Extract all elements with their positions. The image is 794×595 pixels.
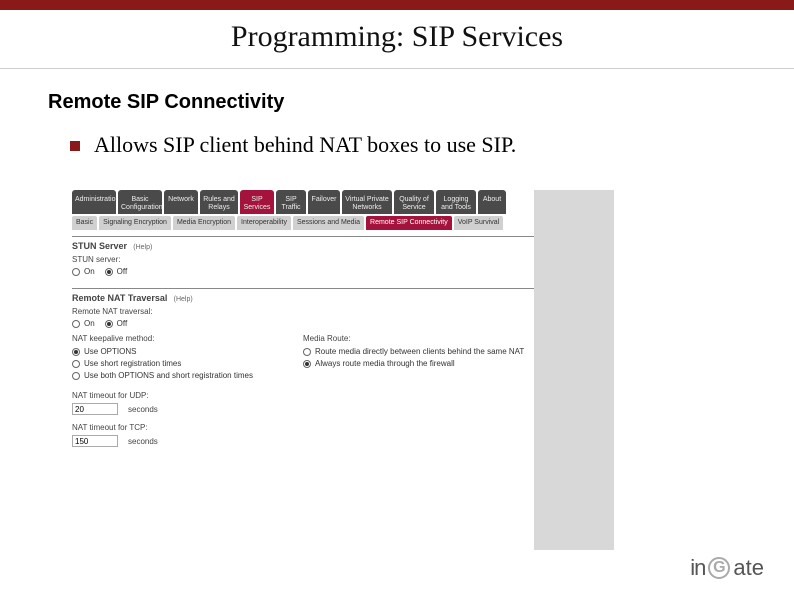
slide-subtitle: Remote SIP Connectivity xyxy=(48,91,794,114)
keepalive-col: NAT keepalive method: Use OPTIONS Use sh… xyxy=(72,334,303,383)
tab-administration[interactable]: Administration xyxy=(72,190,116,214)
bullet-row: Allows SIP client behind NAT boxes to us… xyxy=(70,132,794,158)
logo-g-icon: G xyxy=(708,557,730,579)
stun-off-label: Off xyxy=(117,267,128,276)
logo-right: ate xyxy=(733,555,764,581)
tcp-input[interactable] xyxy=(72,435,118,447)
tab-basic-config[interactable]: Basic Configuration xyxy=(118,190,162,214)
config-panel: Administration Basic Configuration Netwo… xyxy=(72,190,534,453)
tcp-label: NAT timeout for TCP: xyxy=(72,423,534,432)
ka-opt3-radio[interactable] xyxy=(72,372,80,380)
stun-help-link[interactable]: (Help) xyxy=(133,244,152,251)
stun-on-radio[interactable] xyxy=(72,268,80,276)
ka-opt1-radio[interactable] xyxy=(72,348,80,356)
rnt-header: Remote NAT Traversal xyxy=(72,293,167,303)
slide-title: Programming: SIP Services xyxy=(0,10,794,69)
logo-left: in xyxy=(690,555,705,581)
mr-opt2-label: Always route media through the firewall xyxy=(315,359,455,368)
main-tab-row: Administration Basic Configuration Netwo… xyxy=(72,190,534,214)
tab-rules-relays[interactable]: Rules and Relays xyxy=(200,190,238,214)
subtab-remote-sip[interactable]: Remote SIP Connectivity xyxy=(366,216,452,230)
ingate-logo: inGate xyxy=(690,555,764,581)
tcp-unit: seconds xyxy=(128,437,158,446)
ka-opt1-label: Use OPTIONS xyxy=(84,347,136,356)
subtab-signaling-enc[interactable]: Signaling Encryption xyxy=(99,216,171,230)
stun-section: STUN Server (Help) STUN server: On Off xyxy=(72,236,534,282)
rnt-on-label: On xyxy=(84,319,95,328)
mr-opt1-label: Route media directly between clients beh… xyxy=(315,347,524,356)
grey-sidebar xyxy=(534,190,614,550)
maroon-top-bar xyxy=(0,0,794,10)
stun-header: STUN Server xyxy=(72,241,127,251)
udp-label: NAT timeout for UDP: xyxy=(72,391,534,400)
rnt-off-label: Off xyxy=(117,319,128,328)
stun-on-label: On xyxy=(84,267,95,276)
rnt-label: Remote NAT traversal: xyxy=(72,307,534,316)
subtab-interop[interactable]: Interoperability xyxy=(237,216,291,230)
stun-label: STUN server: xyxy=(72,255,534,264)
sub-tab-row: Basic Signaling Encryption Media Encrypt… xyxy=(72,216,534,230)
tab-vpn[interactable]: Virtual Private Networks xyxy=(342,190,392,214)
subtab-voip-survival[interactable]: VoIP Survival xyxy=(454,216,504,230)
rnt-section: Remote NAT Traversal (Help) Remote NAT t… xyxy=(72,288,534,453)
ka-opt2-label: Use short registration times xyxy=(84,359,181,368)
bullet-text: Allows SIP client behind NAT boxes to us… xyxy=(94,132,516,158)
tab-logging[interactable]: Logging and Tools xyxy=(436,190,476,214)
subtab-media-enc[interactable]: Media Encryption xyxy=(173,216,235,230)
tab-sip-traffic[interactable]: SIP Traffic xyxy=(276,190,306,214)
mediaroute-col: Media Route: Route media directly betwee… xyxy=(303,334,534,383)
tab-about[interactable]: About xyxy=(478,190,506,214)
bullet-square-icon xyxy=(70,141,80,151)
mr-opt2-radio[interactable] xyxy=(303,360,311,368)
keepalive-header: NAT keepalive method: xyxy=(72,334,303,343)
ka-opt2-radio[interactable] xyxy=(72,360,80,368)
subtab-sessions[interactable]: Sessions and Media xyxy=(293,216,364,230)
subtab-basic[interactable]: Basic xyxy=(72,216,97,230)
udp-input[interactable] xyxy=(72,403,118,415)
mediaroute-header: Media Route: xyxy=(303,334,534,343)
tab-network[interactable]: Network xyxy=(164,190,198,214)
ka-opt3-label: Use both OPTIONS and short registration … xyxy=(84,371,253,380)
stun-off-radio[interactable] xyxy=(105,268,113,276)
udp-unit: seconds xyxy=(128,405,158,414)
tab-failover[interactable]: Failover xyxy=(308,190,340,214)
rnt-off-radio[interactable] xyxy=(105,320,113,328)
tab-qos[interactable]: Quality of Service xyxy=(394,190,434,214)
mr-opt1-radio[interactable] xyxy=(303,348,311,356)
tab-sip-services[interactable]: SIP Services xyxy=(240,190,274,214)
rnt-help-link[interactable]: (Help) xyxy=(174,296,193,303)
rnt-on-radio[interactable] xyxy=(72,320,80,328)
